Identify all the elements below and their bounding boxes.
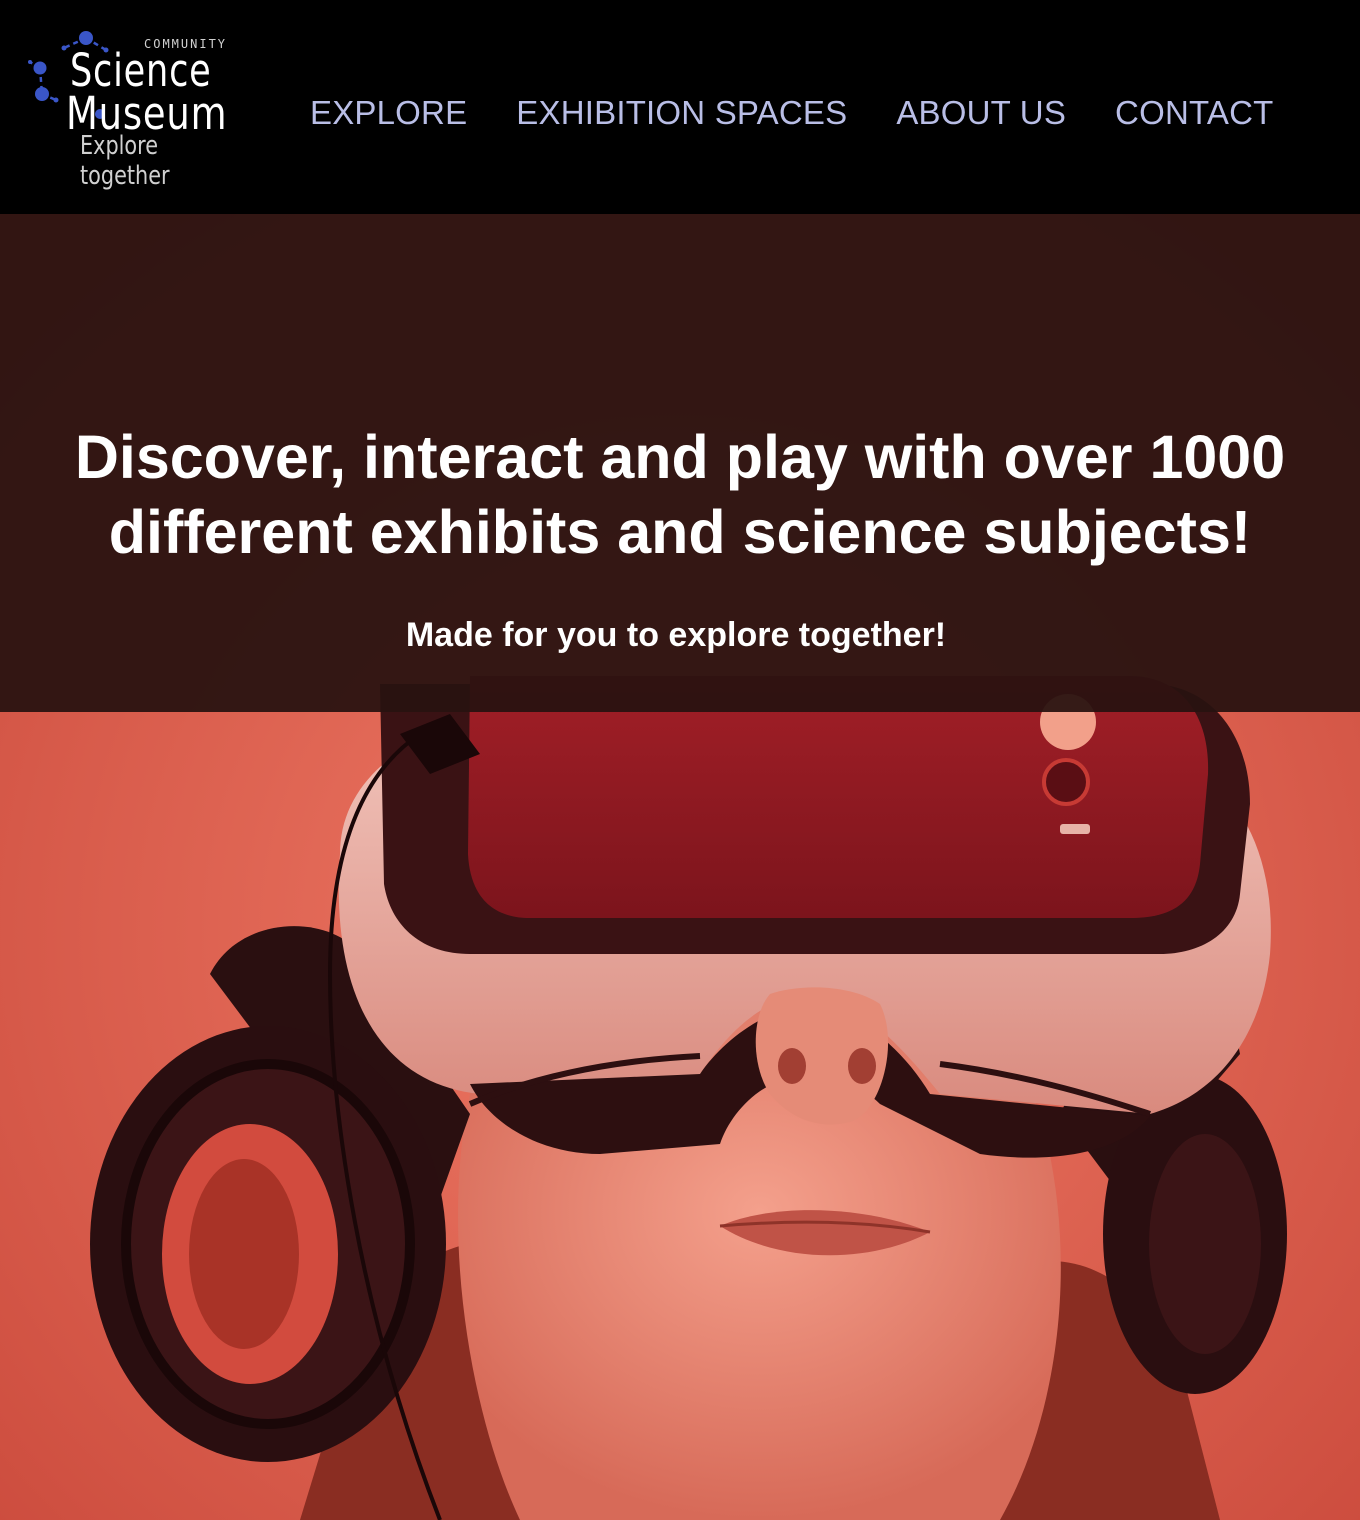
nav-item-contact[interactable]: CONTACT: [1115, 92, 1273, 134]
main-nav: EXPLORE EXHIBITION SPACES ABOUT US CONTA…: [310, 92, 1274, 134]
site-header: COMMUNITY Science Museum Explore togethe…: [0, 0, 1360, 214]
nav-item-explore[interactable]: EXPLORE: [310, 92, 467, 134]
site-logo[interactable]: COMMUNITY Science Museum Explore togethe…: [28, 28, 258, 191]
hero-section: Discover, interact and play with over 10…: [0, 214, 1360, 1520]
hero-headline: Discover, interact and play with over 10…: [74, 423, 1286, 566]
hero-subheadline: Made for you to explore together!: [405, 616, 947, 654]
logo-tagline: Explore together: [80, 131, 170, 191]
headphone-left: [90, 1026, 446, 1462]
nav-item-about-us[interactable]: ABOUT US: [896, 92, 1066, 134]
hero-text-overlay: Discover, interact and play with over 10…: [0, 214, 1360, 712]
nav-item-exhibition-spaces[interactable]: EXHIBITION SPACES: [516, 92, 847, 134]
